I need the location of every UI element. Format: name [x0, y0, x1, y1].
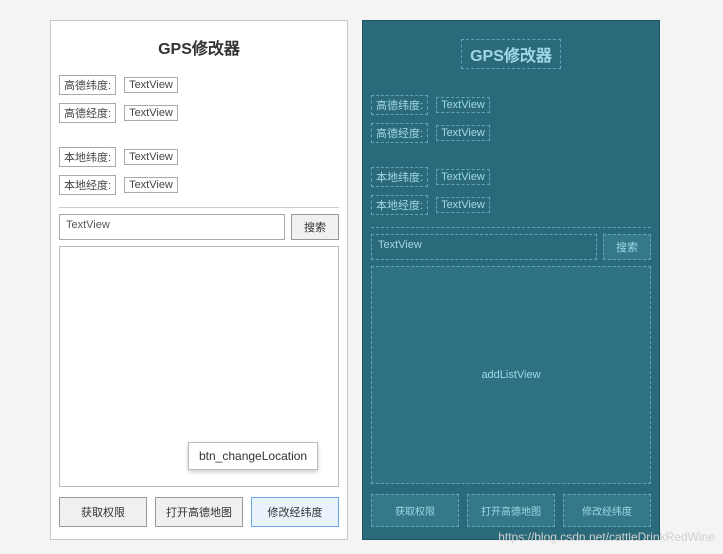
bp-search-input[interactable]: TextView: [371, 234, 597, 260]
bp-value-local-lat: TextView: [436, 169, 490, 185]
bottom-button-row: 获取权限 打开高德地图 修改经纬度: [59, 493, 339, 531]
change-location-button[interactable]: 修改经纬度: [251, 497, 339, 527]
label-gaode-lat: 高德纬度:: [59, 75, 116, 95]
search-button[interactable]: 搜索: [291, 214, 339, 240]
watermark-text: https://blog.csdn.net/cattleDrinkRedWine: [498, 530, 715, 544]
label-local-lng: 本地经度:: [59, 175, 116, 195]
bp-row-local-lat: 本地纬度: TextView: [371, 167, 651, 187]
bp-value-gaode-lng: TextView: [436, 125, 490, 141]
value-local-lat: TextView: [124, 149, 178, 165]
row-gaode-lat: 高德纬度: TextView: [59, 75, 339, 95]
bp-search-row: TextView 搜索: [371, 227, 651, 260]
bp-list-area: addListView: [371, 266, 651, 484]
bp-label-local-lat: 本地纬度:: [371, 167, 428, 187]
label-gaode-lng: 高德经度:: [59, 103, 116, 123]
bp-change-location-button[interactable]: 修改经纬度: [563, 494, 651, 527]
bp-bottom-button-row: 获取权限 打开高德地图 修改经纬度: [371, 490, 651, 531]
label-local-lat: 本地纬度:: [59, 147, 116, 167]
bp-row-local-lng: 本地经度: TextView: [371, 195, 651, 215]
value-local-lng: TextView: [124, 177, 178, 193]
row-local-lat: 本地纬度: TextView: [59, 147, 339, 167]
row-local-lng: 本地经度: TextView: [59, 175, 339, 195]
bp-open-gaode-button[interactable]: 打开高德地图: [467, 494, 555, 527]
app-title: GPS修改器: [59, 35, 339, 59]
bp-search-button[interactable]: 搜索: [603, 234, 651, 260]
app-title-blueprint: GPS修改器: [461, 39, 561, 69]
bp-label-local-lng: 本地经度:: [371, 195, 428, 215]
tooltip-change-location: btn_changeLocation: [188, 442, 318, 470]
value-gaode-lat: TextView: [124, 77, 178, 93]
bp-label-gaode-lng: 高德经度:: [371, 123, 428, 143]
get-permission-button[interactable]: 获取权限: [59, 497, 147, 527]
search-input[interactable]: TextView: [59, 214, 285, 240]
row-gaode-lng: 高德经度: TextView: [59, 103, 339, 123]
value-gaode-lng: TextView: [124, 105, 178, 121]
bp-get-permission-button[interactable]: 获取权限: [371, 494, 459, 527]
bp-value-local-lng: TextView: [436, 197, 490, 213]
bp-value-gaode-lat: TextView: [436, 97, 490, 113]
open-gaode-button[interactable]: 打开高德地图: [155, 497, 243, 527]
bp-row-gaode-lng: 高德经度: TextView: [371, 123, 651, 143]
bp-label-gaode-lat: 高德纬度:: [371, 95, 428, 115]
bp-row-gaode-lat: 高德纬度: TextView: [371, 95, 651, 115]
blueprint-panel: GPS修改器 高德纬度: TextView 高德经度: TextView 本地纬…: [362, 20, 660, 540]
search-row: TextView 搜索: [59, 207, 339, 240]
